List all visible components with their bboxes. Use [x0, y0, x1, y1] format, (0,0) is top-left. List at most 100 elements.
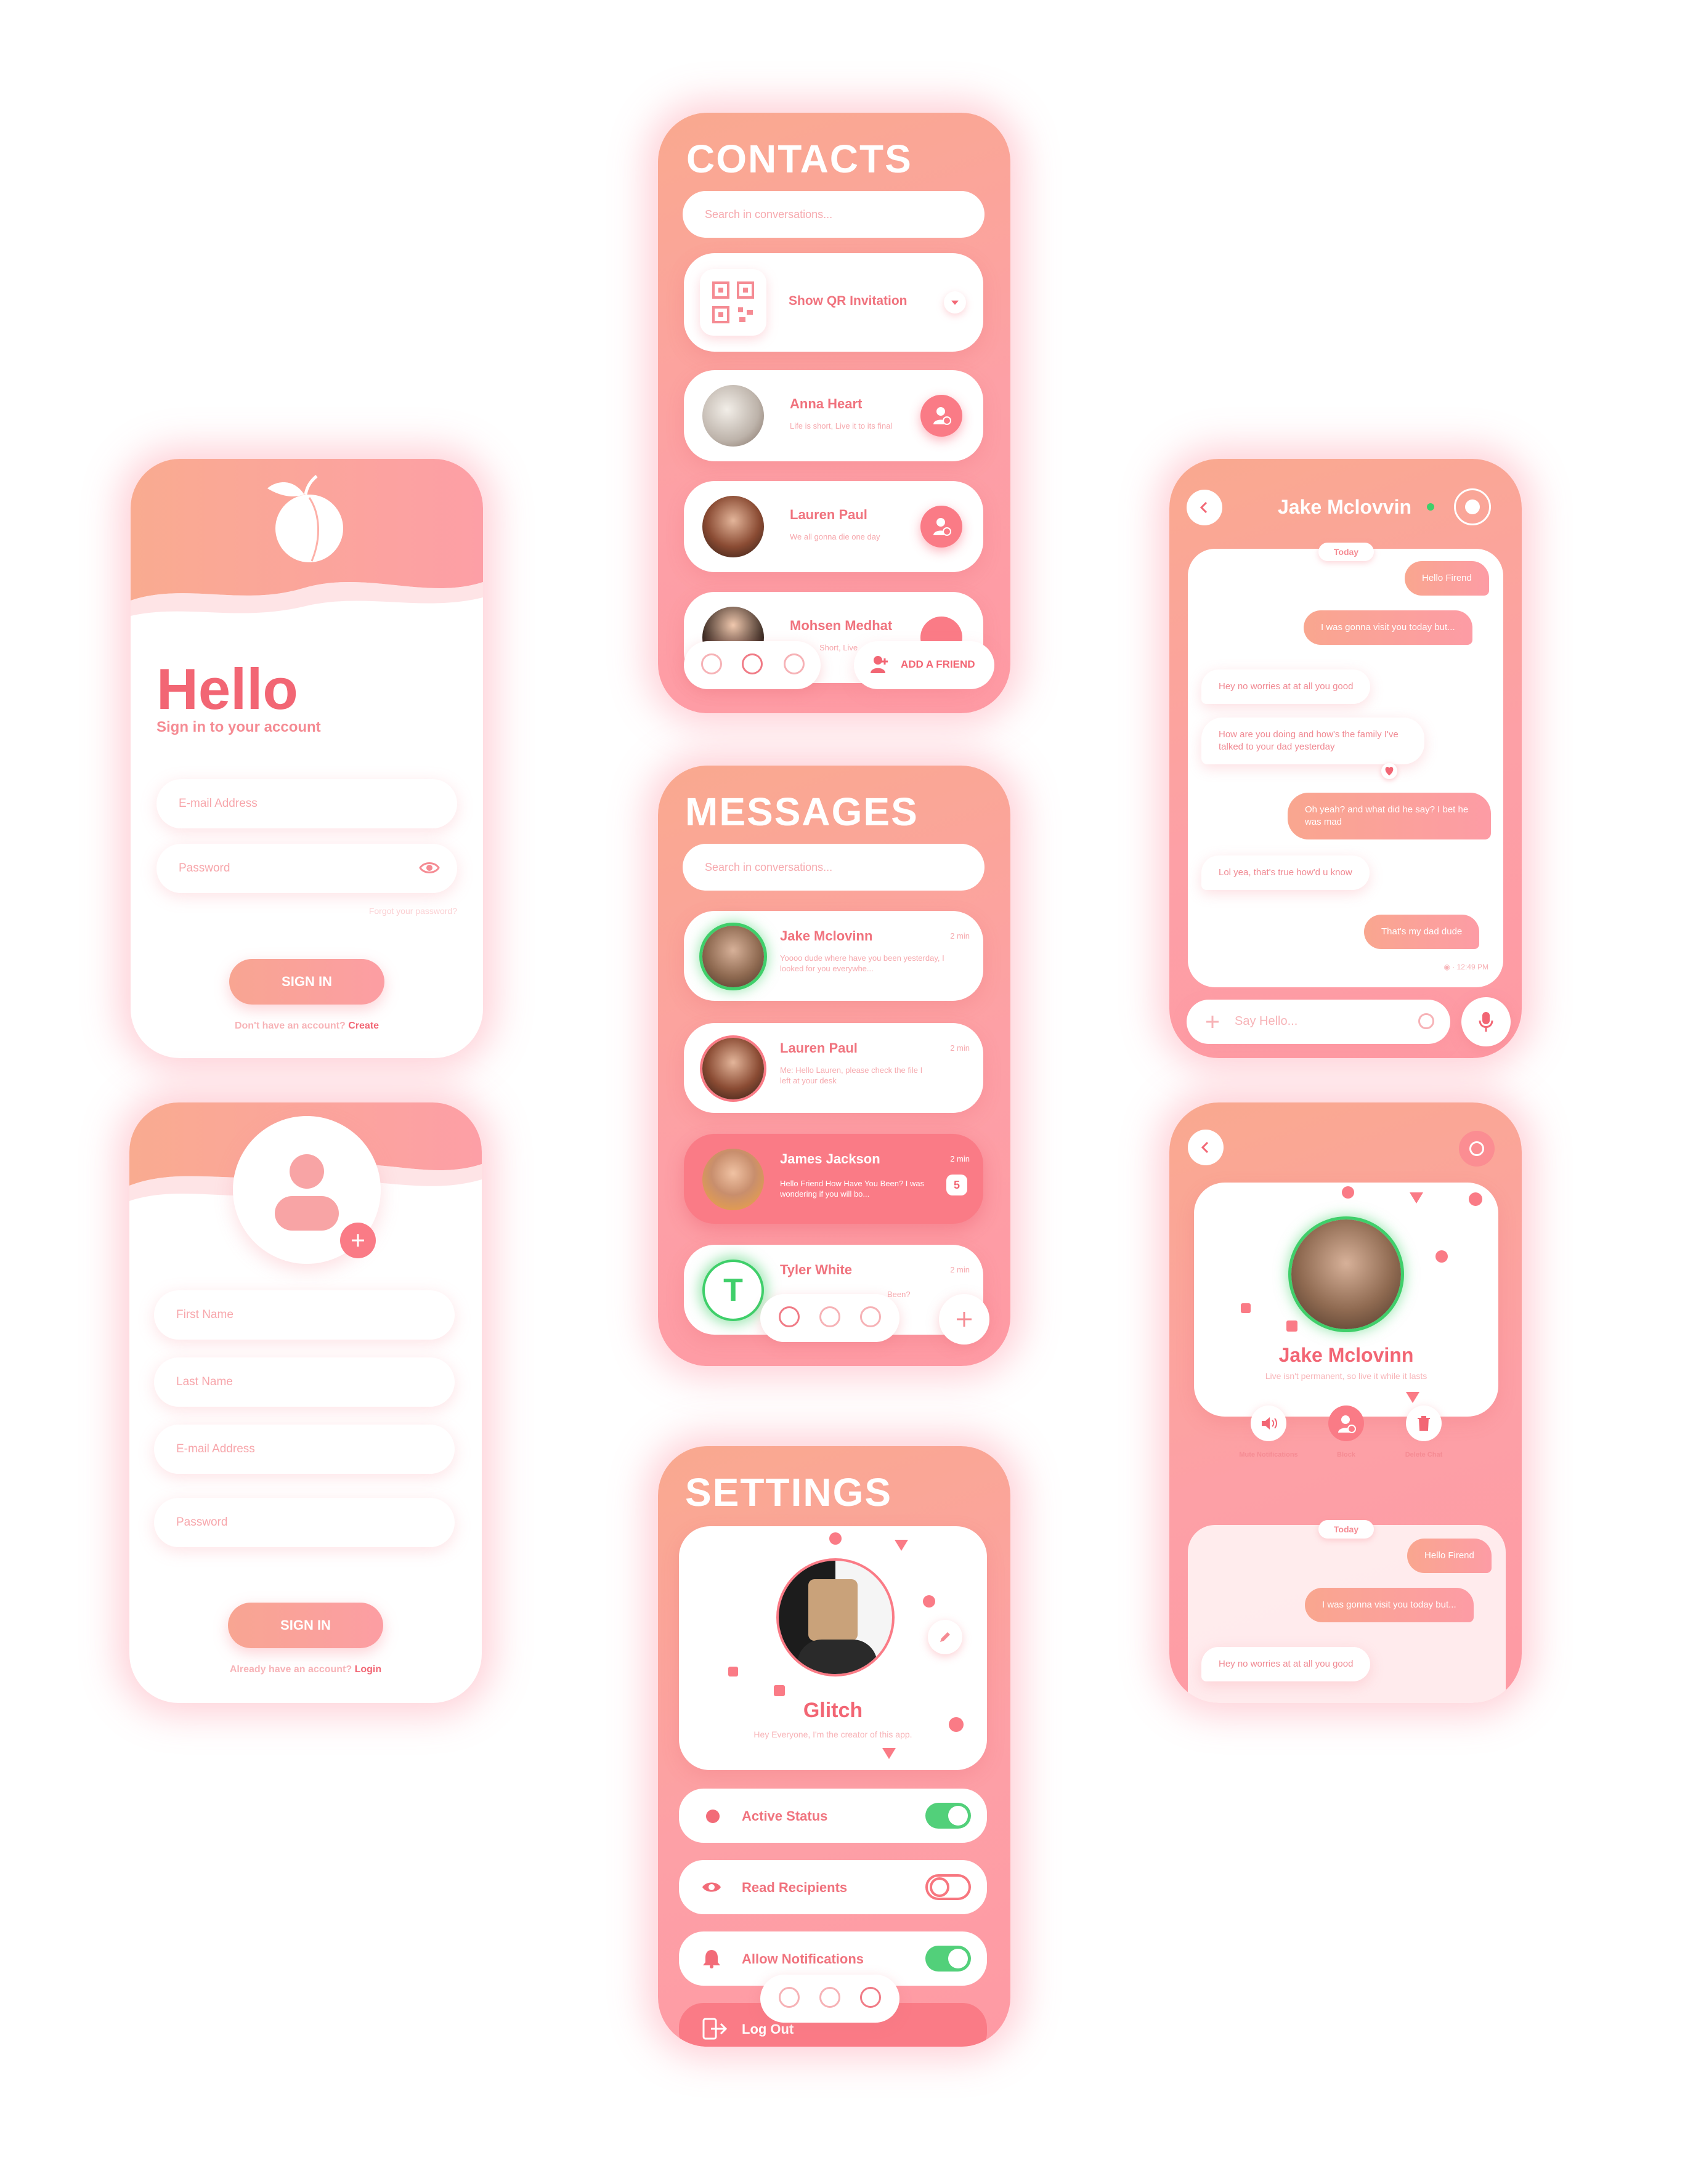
message-bubble[interactable]: Oh yeah? and what did he say? I bet he w…	[1288, 793, 1491, 839]
contacts-nav-icon[interactable]	[819, 1306, 840, 1327]
settings-nav-icon[interactable]	[784, 653, 805, 674]
conversation-item-selected[interactable]: James Jackson 2 min Hello Friend How Hav…	[684, 1134, 983, 1224]
message-bubble[interactable]: I was gonna visit you today but...	[1304, 610, 1472, 645]
today-divider: Today	[1318, 1520, 1374, 1539]
read-recipients-toggle[interactable]	[925, 1874, 971, 1900]
user-icon	[275, 1154, 339, 1231]
message-input[interactable]: Say Hello...	[1187, 1000, 1450, 1044]
message-bubble[interactable]: Lol yea, that's true how'd u know	[1201, 855, 1370, 890]
message-bubble[interactable]: Hello Firend	[1405, 561, 1489, 596]
chat-nav-icon[interactable]	[779, 1306, 800, 1327]
contact-status: Short, Live	[819, 643, 858, 652]
liked-heart-icon[interactable]	[1381, 763, 1397, 779]
qr-invitation-card[interactable]: Show QR Invitation	[684, 253, 983, 352]
message-bubble[interactable]: I was gonna visit you today but...	[1305, 1588, 1474, 1622]
login-footer: Don't have an account? Create	[131, 1021, 483, 1032]
conversation-preview: Me: Hello Lauren, please check the file …	[780, 1066, 923, 1085]
messages-search-input[interactable]: Search in conversations...	[683, 844, 985, 891]
back-button[interactable]	[1187, 490, 1222, 525]
chat-nav-icon[interactable]	[701, 653, 722, 674]
voice-record-button[interactable]	[1461, 997, 1511, 1046]
conversation-avatar	[702, 1038, 764, 1099]
chat-info-button[interactable]	[1454, 488, 1491, 525]
first-name-field[interactable]: First Name	[154, 1290, 455, 1340]
email-field[interactable]: E-mail Address	[156, 779, 457, 828]
password-field[interactable]: Password	[156, 844, 457, 893]
register-password-field[interactable]: Password	[154, 1498, 455, 1547]
last-name-field[interactable]: Last Name	[154, 1357, 455, 1407]
conversation-name: Jake Mclovinn	[780, 928, 873, 944]
contacts-screen: CONTACTS Search in conversations... Show…	[658, 113, 1010, 713]
contact-item[interactable]: Anna Heart Life is short, Live it to its…	[684, 370, 983, 461]
attach-plus-icon[interactable]	[1205, 1014, 1220, 1029]
seen-receipt: ◉ · 12:49 PM	[1443, 963, 1488, 971]
allow-notifications-toggle[interactable]	[925, 1946, 971, 1972]
settings-nav-icon[interactable]	[860, 1987, 881, 2008]
today-divider: Today	[1318, 543, 1374, 561]
decor-dot	[829, 1532, 842, 1545]
contacts-nav-icon[interactable]	[742, 653, 763, 674]
chat-nav-icon[interactable]	[779, 1987, 800, 2008]
message-bubble[interactable]: Hello Firend	[1407, 1539, 1492, 1573]
conversation-time: 2 min	[950, 1043, 970, 1053]
contact-profile-button[interactable]	[920, 395, 962, 437]
add-user-icon	[871, 656, 888, 673]
qr-invitation-label: Show QR Invitation	[789, 294, 907, 308]
decor-dot	[1435, 1250, 1448, 1263]
decor-dot	[949, 1717, 964, 1732]
chat-info-button[interactable]	[1459, 1131, 1495, 1167]
message-bubble[interactable]: Hey no worries at at all you good	[1201, 1647, 1371, 1681]
login-link[interactable]: Login	[355, 1664, 382, 1675]
decor-triangle	[882, 1748, 896, 1759]
new-message-button[interactable]	[939, 1294, 989, 1345]
plus-icon	[352, 1234, 364, 1247]
settings-nav-icon[interactable]	[860, 1306, 881, 1327]
message-bubble[interactable]: Hey no worries at at all you good	[1201, 669, 1371, 704]
emoji-icon[interactable]	[1418, 1013, 1434, 1029]
contacts-search-input[interactable]: Search in conversations...	[683, 191, 985, 238]
profile-avatar[interactable]	[776, 1558, 895, 1676]
conversation-item[interactable]: Jake Mclovinn 2 min Yoooo dude where hav…	[684, 911, 983, 1001]
qr-code-icon	[700, 269, 766, 336]
show-password-eye-icon[interactable]	[419, 860, 440, 875]
setting-label: Read Recipients	[742, 1880, 848, 1895]
seen-time: 12:49 PM	[1456, 963, 1488, 971]
contacts-title: CONTACTS	[686, 137, 912, 181]
qr-dropdown-chevron-icon[interactable]	[944, 291, 966, 313]
conversation-avatar	[702, 926, 764, 987]
register-button[interactable]: SIGN IN	[228, 1603, 383, 1648]
block-button[interactable]	[1328, 1405, 1364, 1441]
edit-profile-button[interactable]	[928, 1620, 962, 1654]
logout-label: Log Out	[742, 2021, 794, 2037]
contact-item[interactable]: Lauren Paul We all gonna die one day	[684, 481, 983, 572]
microphone-icon	[1479, 1012, 1493, 1032]
delete-chat-button[interactable]	[1406, 1405, 1442, 1441]
contact-profile-button[interactable]	[920, 506, 962, 548]
conversation-preview: Yoooo dude where have you been yesterday…	[780, 953, 944, 973]
conversation-item[interactable]: Lauren Paul 2 min Me: Hello Lauren, plea…	[684, 1023, 983, 1113]
forgot-password-link[interactable]: Forgot your password?	[369, 906, 457, 916]
sign-in-button[interactable]: SIGN IN	[229, 959, 384, 1005]
mute-notifications-label: Mute Notifications	[1239, 1451, 1298, 1458]
back-button[interactable]	[1188, 1130, 1224, 1165]
active-status-toggle[interactable]	[925, 1803, 971, 1829]
login-title: Hello	[156, 657, 298, 721]
create-account-link[interactable]: Create	[348, 1021, 379, 1031]
decor-dot	[774, 1685, 785, 1696]
block-user-icon	[1338, 1415, 1356, 1433]
decor-dot	[1469, 1192, 1482, 1206]
message-bubble[interactable]: How are you doing and how's the family I…	[1201, 718, 1424, 764]
bottom-nav	[684, 641, 821, 689]
contact-name: Lauren Paul	[790, 507, 867, 522]
logout-icon	[702, 2018, 727, 2040]
decor-triangle	[1406, 1392, 1419, 1403]
user-settings-icon	[933, 518, 951, 536]
contacts-nav-icon[interactable]	[819, 1987, 840, 2008]
add-photo-button[interactable]	[340, 1223, 376, 1258]
add-friend-button[interactable]: ADD A FRIEND	[854, 641, 994, 689]
active-status-row: Active Status	[679, 1789, 987, 1843]
mute-notifications-button[interactable]	[1251, 1405, 1286, 1441]
message-bubble[interactable]: That's my dad dude	[1364, 915, 1480, 949]
register-email-field[interactable]: E-mail Address	[154, 1425, 455, 1474]
settings-screen: SETTINGS Glitch Hey Everyone, I'm the cr…	[658, 1446, 1010, 2047]
